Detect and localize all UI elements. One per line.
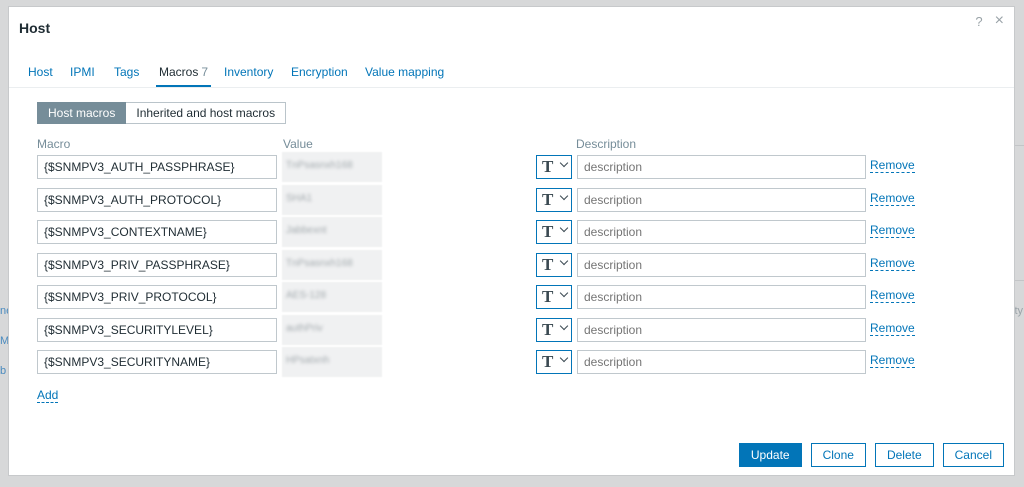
background-text-fragment: b — [0, 365, 7, 377]
add-macro-link[interactable]: Add — [37, 389, 59, 403]
text-type-icon: T — [542, 320, 554, 339]
tab-tags[interactable]: Tags — [114, 65, 139, 87]
host-dialog: Host ? × Host IPMI Tags Macros 7 Inventor… — [8, 6, 1015, 476]
macro-value-text: SHA1 — [286, 193, 313, 204]
macro-name-field[interactable]: {$SNMPV3_AUTH_PASSPHRASE} — [37, 155, 277, 179]
dialog-title: Host — [19, 20, 51, 36]
remove-link[interactable]: Remove — [870, 224, 915, 238]
update-button[interactable]: Update — [738, 443, 802, 467]
value-type-dropdown[interactable]: T — [536, 253, 572, 277]
description-field[interactable] — [577, 318, 866, 342]
column-header-value: Value — [283, 137, 313, 151]
macro-row: {$SNMPV3_SECURITYLEVEL} authPriv T Remov… — [9, 315, 1014, 345]
description-field[interactable] — [577, 188, 866, 212]
close-icon[interactable]: × — [995, 13, 1004, 29]
help-icon[interactable]: ? — [975, 14, 982, 29]
remove-link[interactable]: Remove — [870, 354, 915, 368]
text-type-icon: T — [542, 352, 554, 371]
host-macros-toggle[interactable]: Host macros — [37, 102, 127, 124]
macro-value-text: TnPsasnxh168 — [286, 160, 353, 171]
macro-value-text: HPsatxnh — [286, 355, 330, 366]
tab-value-mapping[interactable]: Value mapping — [365, 65, 444, 87]
macro-value-text: Jabbexnt — [286, 225, 327, 236]
macro-row: {$SNMPV3_SECURITYNAME} HPsatxnh T Remove — [9, 347, 1014, 377]
text-type-icon: T — [542, 222, 554, 241]
value-type-dropdown[interactable]: T — [536, 155, 572, 179]
cancel-button[interactable]: Cancel — [942, 443, 1004, 467]
value-type-dropdown[interactable]: T — [536, 350, 572, 374]
value-type-dropdown[interactable]: T — [536, 318, 572, 342]
tab-inventory[interactable]: Inventory — [224, 65, 273, 87]
chevron-down-icon — [559, 288, 569, 298]
description-field[interactable] — [577, 220, 866, 244]
chevron-down-icon — [559, 353, 569, 363]
chevron-down-icon — [559, 191, 569, 201]
macro-row: {$SNMPV3_AUTH_PASSPHRASE} TnPsasnxh168 T… — [9, 152, 1014, 182]
remove-link[interactable]: Remove — [870, 257, 915, 271]
macro-row: {$SNMPV3_PRIV_PASSPHRASE} TnPsasnxh168 T… — [9, 250, 1014, 280]
tab-host[interactable]: Host — [28, 65, 53, 87]
value-type-dropdown[interactable]: T — [536, 220, 572, 244]
dialog-controls: ? × — [975, 13, 1004, 30]
macro-value-text: AES-128 — [286, 290, 327, 301]
macro-row: {$SNMPV3_CONTEXTNAME} Jabbexnt T Remove — [9, 217, 1014, 247]
value-type-dropdown[interactable]: T — [536, 285, 572, 309]
tab-bar: Host IPMI Tags Macros 7 Inventory Encrypt… — [9, 65, 1014, 88]
remove-link[interactable]: Remove — [870, 322, 915, 336]
tab-macros-label: Macros — [159, 65, 199, 79]
macro-name-field[interactable]: {$SNMPV3_SECURITYNAME} — [37, 350, 277, 374]
chevron-down-icon — [559, 158, 569, 168]
macro-name-field[interactable]: {$SNMPV3_PRIV_PROTOCOL} — [37, 285, 277, 309]
macro-name-field[interactable]: {$SNMPV3_PRIV_PASSPHRASE} — [37, 253, 277, 277]
tab-macros[interactable]: Macros 7 — [156, 65, 212, 87]
tab-ipmi[interactable]: IPMI — [70, 65, 95, 87]
macro-row: {$SNMPV3_AUTH_PROTOCOL} SHA1 T Remove — [9, 185, 1014, 215]
tab-encryption[interactable]: Encryption — [291, 65, 348, 87]
text-type-icon: T — [542, 287, 554, 306]
tab-macros-count: 7 — [201, 65, 209, 79]
column-header-description: Description — [576, 137, 637, 151]
text-type-icon: T — [542, 157, 554, 176]
inherited-macros-toggle[interactable]: Inherited and host macros — [126, 102, 287, 124]
macro-view-toggle: Host macros Inherited and host macros — [37, 102, 287, 124]
column-header-macro: Macro — [37, 137, 71, 151]
value-type-dropdown[interactable]: T — [536, 188, 572, 212]
clone-button[interactable]: Clone — [810, 443, 866, 467]
macro-value-text: authPriv — [286, 323, 323, 334]
macro-name-field[interactable]: {$SNMPV3_CONTEXTNAME} — [37, 220, 277, 244]
macro-name-field[interactable]: {$SNMPV3_AUTH_PROTOCOL} — [37, 188, 277, 212]
chevron-down-icon — [559, 223, 569, 233]
description-field[interactable] — [577, 350, 866, 374]
remove-link[interactable]: Remove — [870, 289, 915, 303]
remove-link[interactable]: Remove — [870, 192, 915, 206]
background-divider — [1015, 145, 1024, 146]
background-divider — [1015, 280, 1024, 281]
description-field[interactable] — [577, 253, 866, 277]
text-type-icon: T — [542, 255, 554, 274]
chevron-down-icon — [559, 256, 569, 266]
description-field[interactable] — [577, 285, 866, 309]
delete-button[interactable]: Delete — [874, 443, 934, 467]
text-type-icon: T — [542, 190, 554, 209]
macro-name-field[interactable]: {$SNMPV3_SECURITYLEVEL} — [37, 318, 277, 342]
description-field[interactable] — [577, 155, 866, 179]
macro-row: {$SNMPV3_PRIV_PROTOCOL} AES-128 T Remove — [9, 282, 1014, 312]
remove-link[interactable]: Remove — [870, 159, 915, 173]
chevron-down-icon — [559, 321, 569, 331]
macro-value-text: TnPsasnxh168 — [286, 258, 353, 269]
dialog-footer: Update Clone Delete Cancel — [738, 443, 1004, 467]
